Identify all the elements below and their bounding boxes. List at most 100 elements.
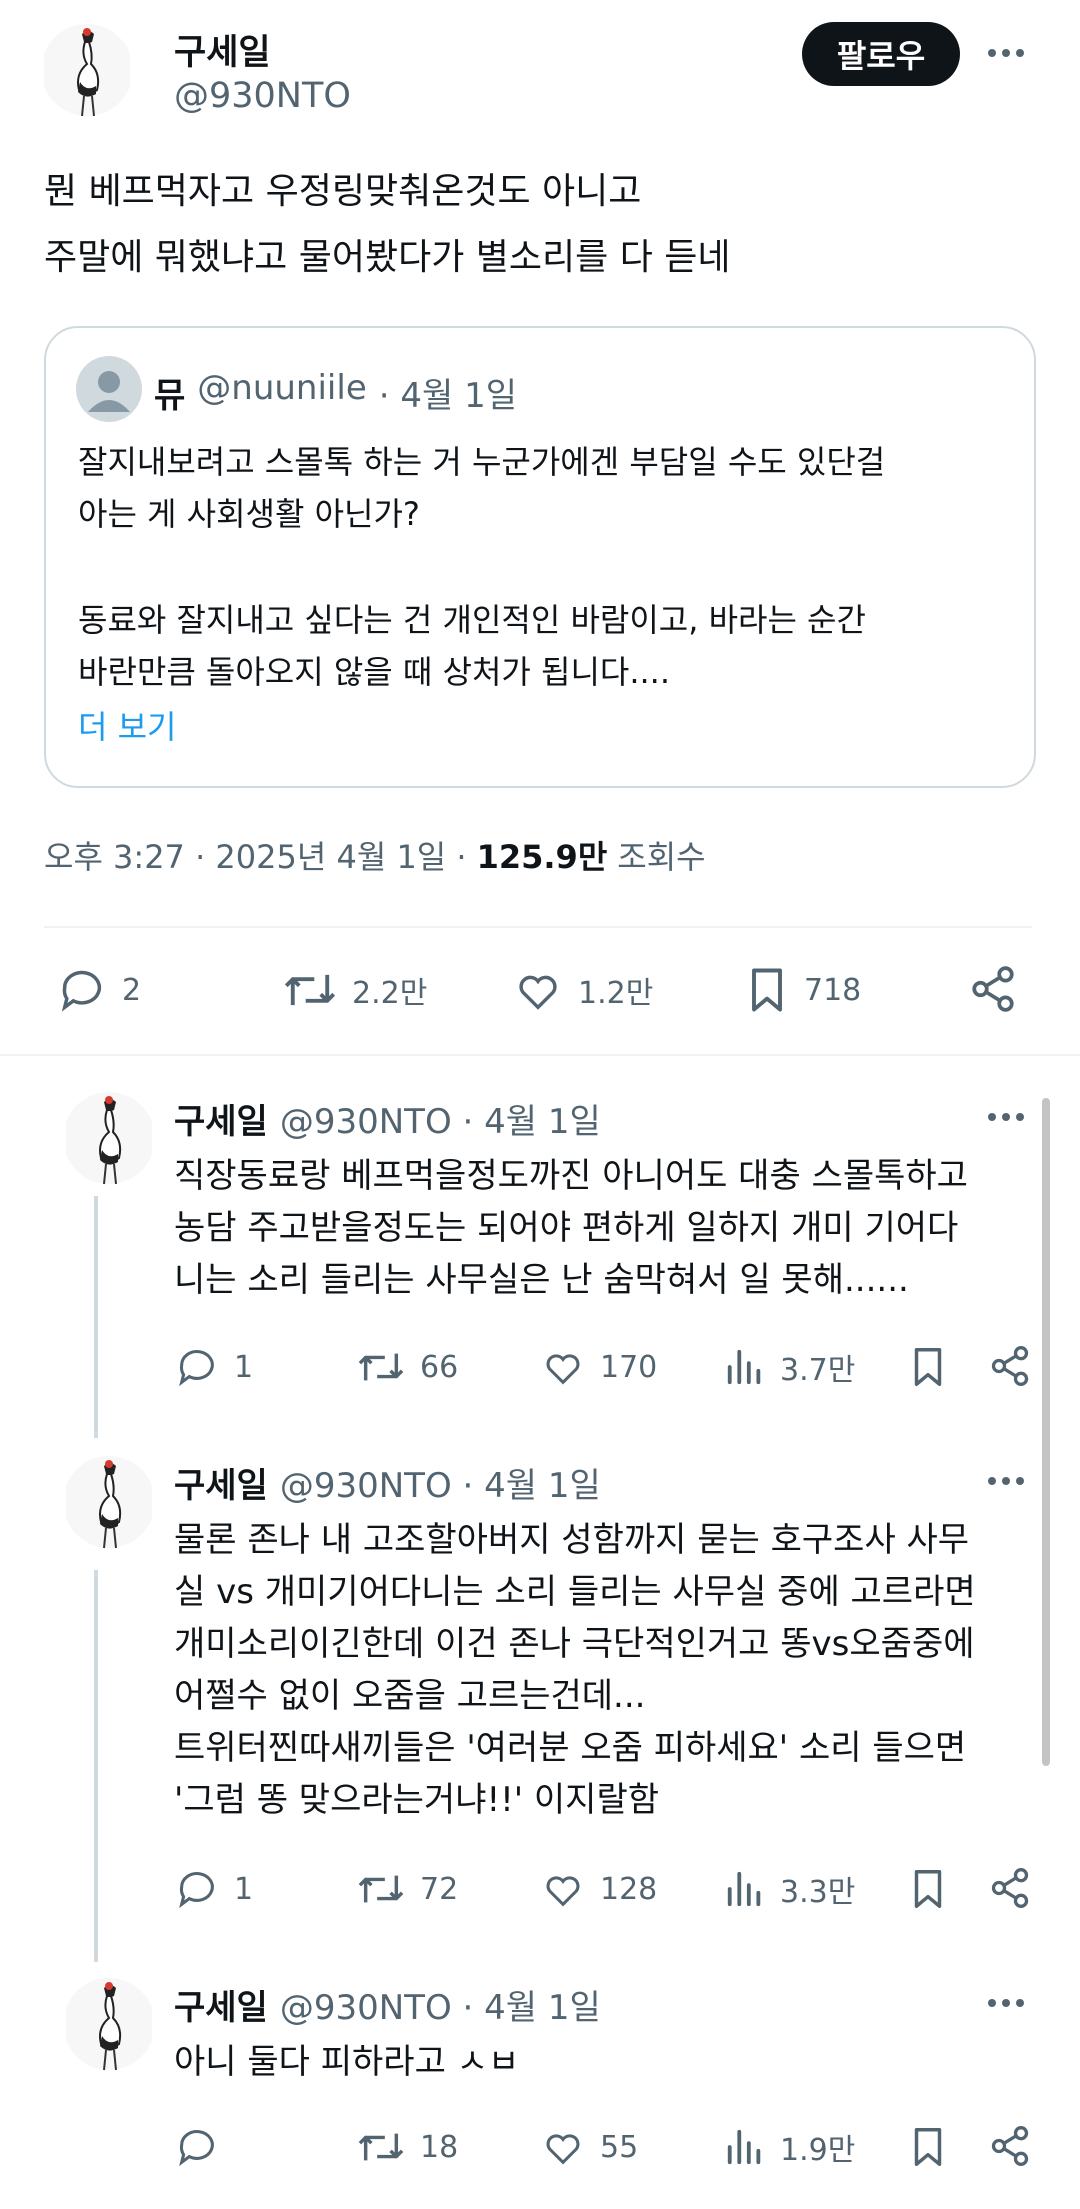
- more-options-icon[interactable]: [984, 38, 1028, 68]
- quote-text-line: 바란만큼 돌아오지 않을 때 상처가 됩니다....: [78, 653, 671, 691]
- reply-handle-date[interactable]: @930NTO · 4월 1일: [280, 1094, 601, 1143]
- crane-avatar-icon: [66, 1978, 152, 2071]
- view-count: 3.3만: [780, 1875, 856, 1910]
- bookmark-icon: [914, 1870, 942, 1908]
- retweet-icon: [358, 1353, 404, 1381]
- reply-icon: [61, 970, 102, 1012]
- heart-icon: [546, 1876, 580, 1907]
- like-button[interactable]: 55: [540, 2124, 638, 2170]
- retweet-count: 18: [420, 2129, 459, 2165]
- like-count: 170: [600, 1349, 658, 1385]
- follow-button[interactable]: 팔로우: [802, 22, 960, 86]
- like-count: 128: [600, 1871, 658, 1907]
- share-button[interactable]: [968, 964, 1018, 1014]
- reply-text-line: 트위터찐따새끼들은 '여러분 오줌 피하세요' 소리 들으면: [174, 1728, 967, 1768]
- thread-line: [94, 1196, 98, 1438]
- reply-count: 1: [234, 1871, 254, 1907]
- reply-button[interactable]: 1: [174, 1344, 253, 1390]
- scrollbar[interactable]: [1042, 1098, 1050, 1766]
- default-avatar-icon: [76, 356, 142, 422]
- quote-avatar[interactable]: [76, 356, 142, 422]
- retweet-button[interactable]: 66: [356, 1344, 458, 1390]
- bookmark-icon: [752, 968, 782, 1012]
- reply-handle-date[interactable]: @930NTO · 4월 1일: [280, 1980, 601, 2029]
- reply-text-line: 농담 주고받을정도는 되어야 편하게 일하지 개미 기어다: [174, 1208, 959, 1248]
- bookmark-icon: [914, 1348, 942, 1386]
- crane-avatar-icon: [66, 1092, 152, 1185]
- view-count-label: 조회수: [617, 838, 706, 876]
- reply-handle-date[interactable]: @930NTO · 4월 1일: [280, 1458, 601, 1507]
- reply-count: 2: [122, 972, 142, 1008]
- author-handle[interactable]: @930NTO: [174, 76, 351, 116]
- reply-button[interactable]: 1: [174, 1866, 253, 1912]
- bookmark-button[interactable]: [908, 1344, 948, 1390]
- share-icon: [991, 1346, 1029, 1386]
- more-options-icon[interactable]: [984, 1988, 1028, 2018]
- bookmark-icon: [914, 2128, 942, 2166]
- show-more-link[interactable]: 더 보기: [78, 702, 177, 748]
- quote-author-handle[interactable]: @nuuniile: [197, 368, 366, 417]
- reply-avatar[interactable]: [66, 1974, 152, 2074]
- share-button[interactable]: [988, 2124, 1032, 2168]
- reply-text-line: 어쩔수 없이 오줌을 고르는건데...: [174, 1676, 646, 1716]
- quote-date[interactable]: · 4월 1일: [379, 368, 517, 417]
- views-bar-chart-icon: [727, 1871, 761, 1907]
- like-button[interactable]: 128: [540, 1866, 657, 1912]
- retweet-count: 2.2만: [352, 976, 428, 1011]
- reply-count: 1: [234, 1349, 254, 1385]
- views-button[interactable]: 3.3만: [724, 1866, 855, 1912]
- reply-icon: [179, 1350, 214, 1387]
- share-icon: [991, 1868, 1029, 1908]
- tweet-timestamp[interactable]: 오후 3:27 · 2025년 4월 1일 ·: [44, 832, 467, 878]
- retweet-icon: [358, 2133, 404, 2161]
- view-count: 125.9만: [476, 838, 608, 876]
- reply-button[interactable]: 2: [56, 964, 141, 1016]
- reply-icon: [179, 2130, 214, 2167]
- bookmark-count: 718: [804, 972, 862, 1008]
- divider: [44, 926, 1032, 928]
- reply-text-line: 아니 둘다 피하라고 ㅅㅂ: [174, 2042, 520, 2082]
- retweet-button[interactable]: 2.2만: [282, 964, 427, 1016]
- bookmark-button[interactable]: 718: [744, 964, 861, 1016]
- more-options-icon[interactable]: [984, 1466, 1028, 1496]
- bookmark-button[interactable]: [908, 2124, 948, 2170]
- heart-icon: [546, 2134, 580, 2165]
- reply-avatar[interactable]: [66, 1452, 152, 1552]
- reply-avatar[interactable]: [66, 1088, 152, 1188]
- tweet-text-line: 주말에 뭐했냐고 물어봤다가 별소리를 다 듣네: [44, 237, 731, 278]
- like-button[interactable]: 1.2만: [512, 964, 653, 1016]
- share-button[interactable]: [988, 1344, 1032, 1388]
- retweet-count: 72: [420, 1871, 459, 1907]
- reply-icon: [179, 1872, 214, 1909]
- main-avatar[interactable]: [44, 20, 130, 120]
- views-bar-chart-icon: [727, 1349, 761, 1385]
- like-count: 1.2만: [578, 976, 654, 1011]
- reply-text-line: 실 vs 개미기어다니는 소리 들리는 사무실 중에 고르라면: [174, 1572, 976, 1612]
- retweet-button[interactable]: 72: [356, 1866, 458, 1912]
- tweet-text-line: 뭔 베프먹자고 우정링맞춰온것도 아니고: [44, 171, 642, 212]
- thread-line: [94, 1570, 98, 1962]
- reply-author-name[interactable]: 구세일: [174, 1458, 268, 1507]
- like-count: 55: [600, 2129, 639, 2165]
- reply-text-line: '그럼 똥 맞으라는거냐!!' 이지랄함: [174, 1780, 660, 1820]
- retweet-icon: [284, 974, 336, 1006]
- share-button[interactable]: [988, 1866, 1032, 1910]
- views-button[interactable]: 1.9만: [724, 2124, 855, 2170]
- view-count: 1.9만: [780, 2133, 856, 2168]
- quote-text-line: 잘지내보려고 스몰톡 하는 거 누군가에겐 부담일 수도 있단걸: [78, 443, 886, 481]
- retweet-button[interactable]: 18: [356, 2124, 458, 2170]
- reply-button[interactable]: [174, 2124, 234, 2170]
- quote-author-name[interactable]: 뮤: [154, 368, 185, 417]
- heart-icon: [519, 975, 557, 1010]
- reply-author-name[interactable]: 구세일: [174, 1980, 268, 2029]
- share-icon: [972, 966, 1014, 1012]
- views-button[interactable]: 3.7만: [724, 1344, 855, 1390]
- more-options-icon[interactable]: [984, 1102, 1028, 1132]
- share-icon: [991, 2126, 1029, 2166]
- reply-author-name[interactable]: 구세일: [174, 1094, 268, 1143]
- author-name[interactable]: 구세일: [174, 24, 271, 75]
- crane-avatar-icon: [44, 24, 130, 117]
- reply-text-line: 개미소리이긴한데 이건 존나 극단적인거고 똥vs오줌중에: [174, 1624, 975, 1664]
- like-button[interactable]: 170: [540, 1344, 657, 1390]
- bookmark-button[interactable]: [908, 1866, 948, 1912]
